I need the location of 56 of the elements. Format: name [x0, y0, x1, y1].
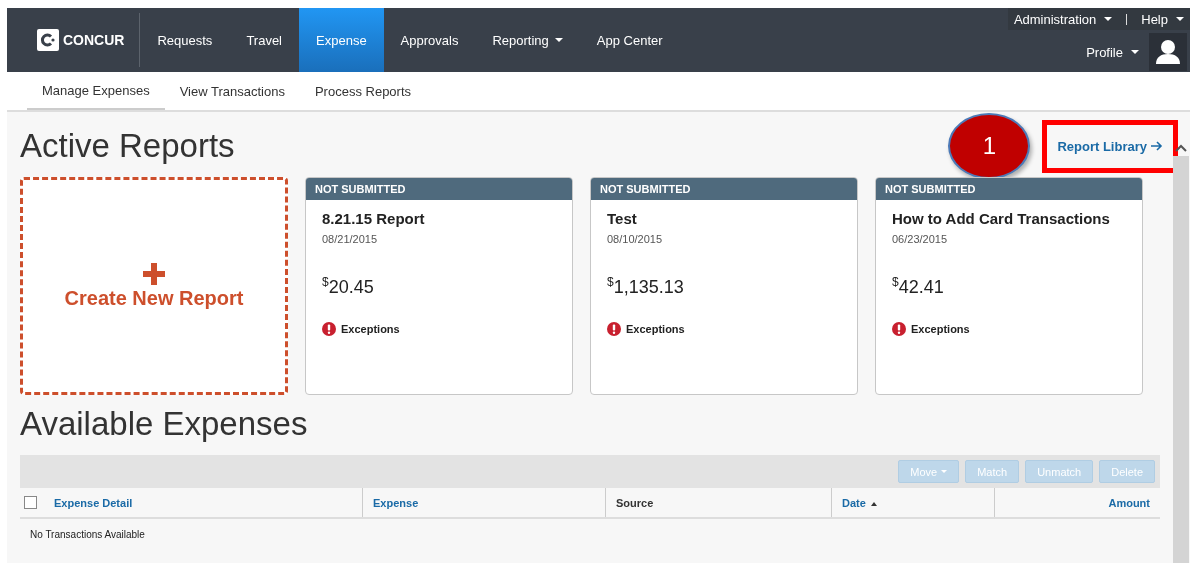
- nav-tab[interactable]: Reporting: [475, 8, 580, 72]
- caret-icon: [1176, 17, 1184, 21]
- report-name: How to Add Card Transactions: [892, 210, 1111, 227]
- status-header: NOT SUBMITTED: [591, 178, 857, 200]
- report-date: 06/23/2015: [892, 233, 949, 245]
- report-amount: $^{$}$1,135.13: [607, 275, 685, 298]
- arrow-right-icon: [1151, 141, 1163, 151]
- concur-logo[interactable]: CONCUR: [7, 13, 141, 67]
- step-marker: 1: [948, 113, 1031, 179]
- select-all-checkbox[interactable]: [24, 496, 37, 509]
- exceptions-label: Exceptions: [911, 323, 970, 335]
- column-header[interactable]: Expense Detail: [54, 496, 133, 509]
- menu-link[interactable]: Administration: [1013, 11, 1113, 27]
- status-header: NOT SUBMITTED: [306, 178, 572, 200]
- column-header[interactable]: Expense: [373, 496, 419, 509]
- report-date: 08/21/2015: [322, 233, 379, 245]
- report-card[interactable]: NOT SUBMITTED How to Add Card Transactions 06/23/2015 $^{$}$42.41 Exceptions: [875, 177, 1143, 395]
- sub-tab[interactable]: View Transactions: [164, 72, 300, 110]
- plus-icon: [143, 262, 165, 285]
- status-header: NOT SUBMITTED: [876, 178, 1142, 200]
- empty-message: No Transactions Available: [29, 528, 146, 542]
- caret-icon: [1104, 17, 1113, 21]
- alert-icon: [892, 322, 906, 336]
- alert-icon: [322, 322, 336, 336]
- alert-icon: [607, 322, 621, 336]
- nav-tab[interactable]: Travel: [229, 8, 299, 72]
- caret-icon: [1131, 50, 1139, 54]
- avatar-icon[interactable]: [1149, 33, 1187, 71]
- menu-link[interactable]: Help: [1141, 11, 1184, 27]
- nav-tab[interactable]: App Center: [579, 8, 680, 72]
- caret-icon: [554, 38, 563, 42]
- sub-tab[interactable]: Process Reports: [299, 72, 427, 110]
- nav-tab[interactable]: Requests: [140, 8, 230, 72]
- caret-icon: [941, 470, 948, 473]
- column-header[interactable]: Amount: [1108, 496, 1150, 509]
- section-title: Available Expenses: [20, 405, 309, 443]
- report-amount: $^{$}$42.41: [892, 275, 945, 298]
- report-name: 8.21.15 Report: [322, 210, 426, 227]
- column-header[interactable]: Date: [842, 496, 877, 509]
- create-report-tile[interactable]: Create New Report: [20, 177, 288, 395]
- report-date: 08/10/2015: [607, 233, 664, 245]
- scroll-up-icon[interactable]: [1175, 144, 1187, 152]
- nav-tab[interactable]: Expense: [299, 8, 384, 72]
- column-header: Source: [616, 496, 654, 509]
- sort-up-icon: [870, 501, 877, 506]
- sub-tab[interactable]: Manage Expenses: [27, 72, 165, 110]
- c-logo-icon: [37, 29, 59, 51]
- report-amount: $^{$}$20.45: [322, 275, 375, 298]
- report-name: Test: [607, 210, 638, 227]
- report-card[interactable]: NOT SUBMITTED Test 08/10/2015 $^{$}$1,135.13 Exceptions: [590, 177, 858, 395]
- profile-menu[interactable]: Profile: [1086, 44, 1139, 60]
- report-card[interactable]: NOT SUBMITTED 8.21.15 Report 08/21/2015 $^{$}$20.45 Exceptions: [305, 177, 573, 395]
- nav-tab[interactable]: Approvals: [383, 8, 476, 72]
- section-title: Active Reports: [20, 127, 235, 165]
- exceptions-label: Exceptions: [626, 323, 685, 335]
- exceptions-label: Exceptions: [341, 323, 400, 335]
